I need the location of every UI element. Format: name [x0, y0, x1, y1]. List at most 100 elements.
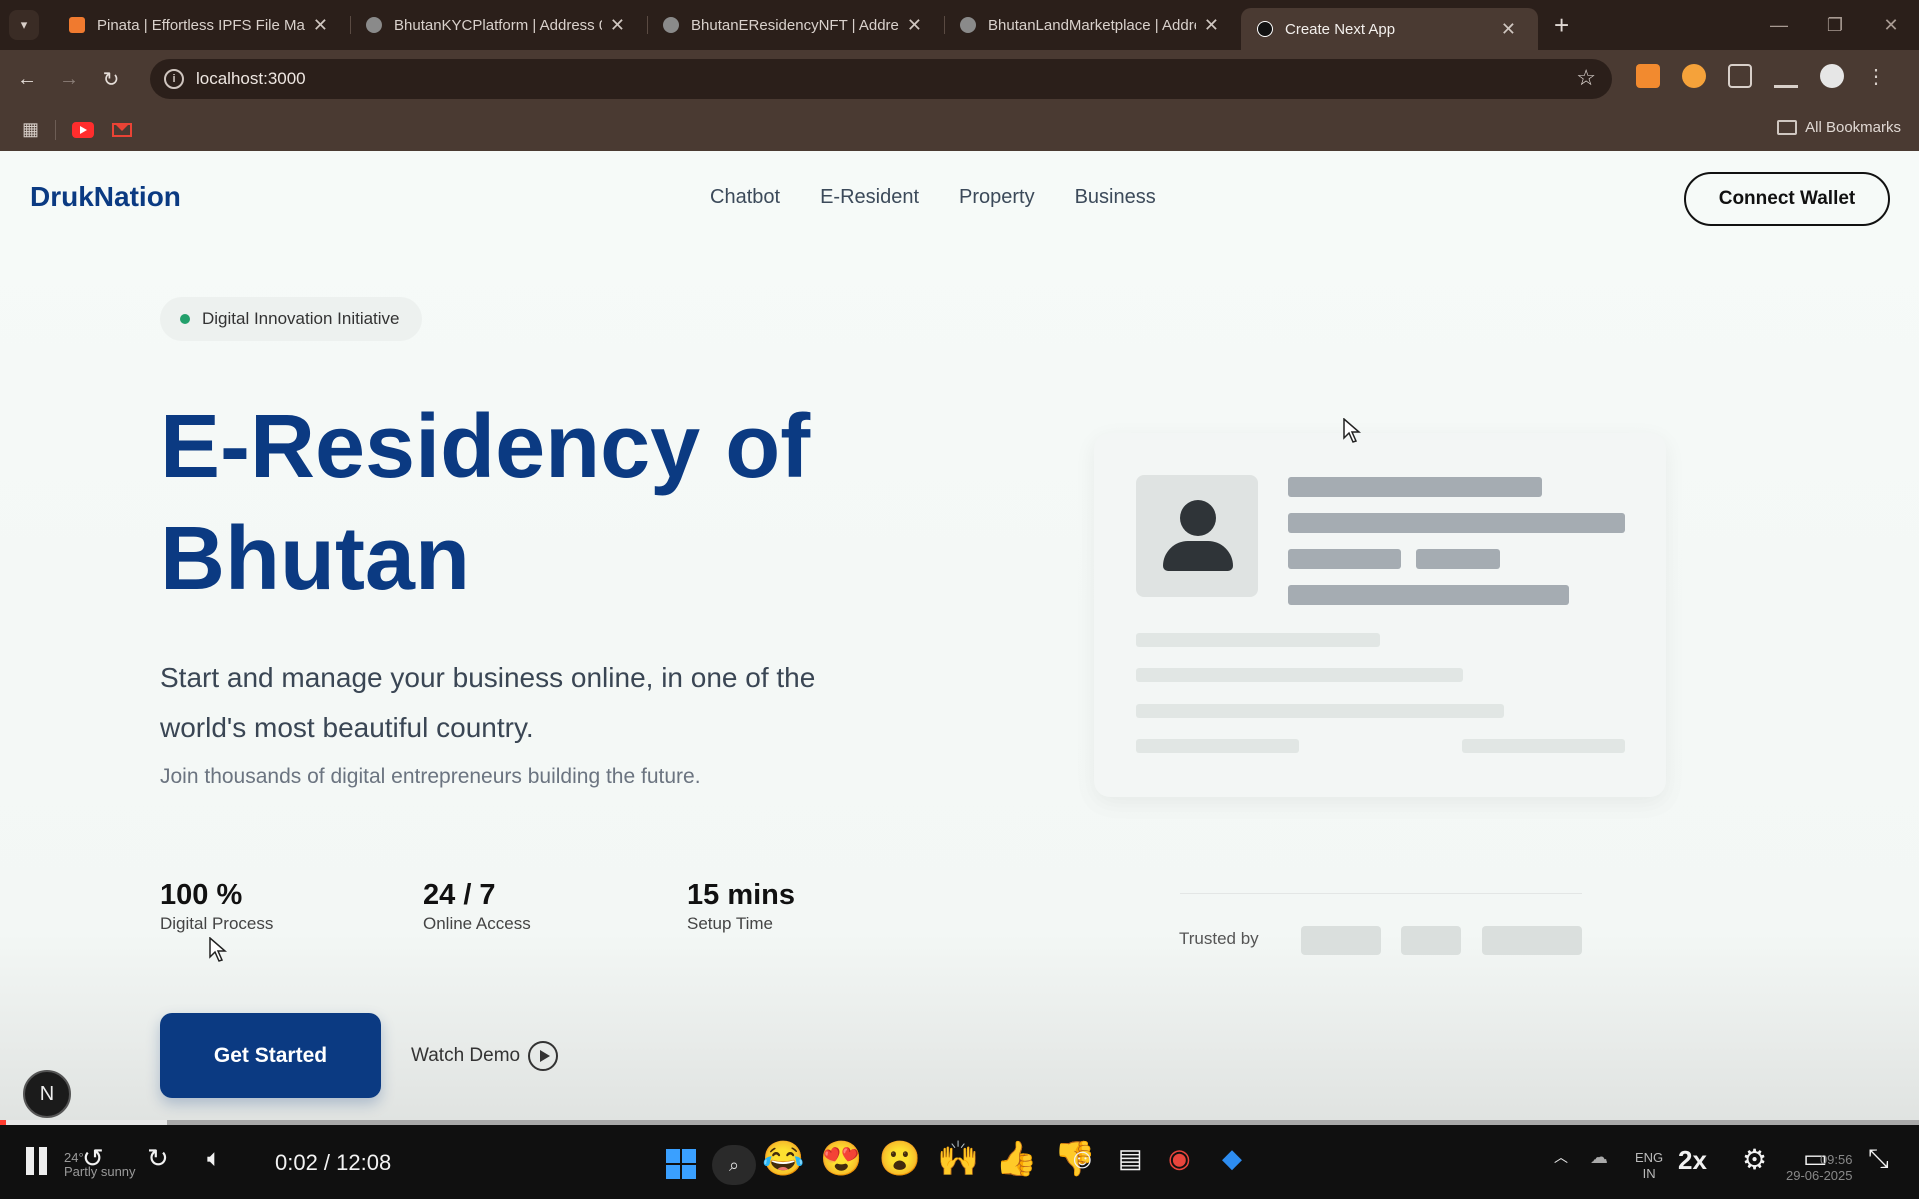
connect-wallet-button[interactable]: Connect Wallet	[1684, 172, 1890, 226]
site-info-icon[interactable]: i	[164, 69, 184, 89]
extension-orange-icon[interactable]	[1682, 64, 1706, 88]
puzzle-extensions-icon[interactable]	[1728, 64, 1752, 88]
vscode-icon[interactable]: ◆	[1222, 1143, 1242, 1174]
address-bar[interactable]: i localhost:3000 ☆	[150, 59, 1612, 99]
emoji-reaction[interactable]: 🙌	[937, 1139, 979, 1179]
stat-label: Setup Time	[687, 914, 773, 933]
skeleton-line	[1136, 739, 1299, 753]
emoji-reaction[interactable]: 😍	[820, 1139, 862, 1179]
video-time: 0:02 / 12:08	[275, 1150, 392, 1175]
gmail-icon[interactable]	[112, 122, 133, 137]
onedrive-cloud-icon[interactable]: ☁	[1590, 1147, 1608, 1168]
all-bookmarks-label: All Bookmarks	[1805, 119, 1901, 136]
etherscan-favicon-icon	[663, 17, 679, 33]
forward-5-icon[interactable]: ↻	[147, 1143, 169, 1174]
browser-tab[interactable]: Pinata | Effortless IPFS File Management…	[53, 0, 350, 50]
stat-value: 24 / 7	[423, 879, 496, 911]
nextjs-dev-indicator[interactable]: N	[23, 1070, 71, 1118]
stat-setup-time: 15 mins Setup Time	[687, 879, 795, 934]
nav-link-e-resident[interactable]: E-Resident	[820, 186, 919, 209]
etherscan-favicon-icon	[366, 17, 382, 33]
taskbar-clock[interactable]: 09:56 29-06-2025	[1786, 1152, 1853, 1184]
watch-demo-link[interactable]: Watch Demo	[411, 1041, 559, 1071]
bookmark-star-icon[interactable]: ☆	[1576, 65, 1596, 91]
settings-gear-icon[interactable]: ⚙	[1742, 1143, 1767, 1176]
youtube-icon[interactable]	[72, 121, 95, 138]
window-controls: — ❐ ✕	[1751, 0, 1919, 50]
metamask-fox-icon[interactable]	[1636, 64, 1660, 88]
profile-avatar-icon[interactable]	[1820, 64, 1844, 88]
weather-temp: 24°	[64, 1150, 84, 1165]
watch-demo-label: Watch Demo	[411, 1045, 521, 1066]
chrome-icon[interactable]: ◉	[1168, 1143, 1191, 1174]
emoji-reaction[interactable]: 😮	[879, 1139, 921, 1179]
close-tab-icon[interactable]: ✕	[1501, 19, 1516, 40]
reload-icon[interactable]: ↻	[96, 67, 126, 92]
tab-title: BhutanKYCPlatform | Address 0x	[394, 16, 602, 34]
volume-icon[interactable]: 🔈︎	[207, 1145, 221, 1173]
language-indicator[interactable]: ENG IN	[1635, 1150, 1663, 1182]
trusted-by-label: Trusted by	[1179, 929, 1259, 948]
address-url: localhost:3000	[196, 69, 306, 88]
stat-label: Online Access	[423, 914, 531, 933]
browser-tab[interactable]: BhutanLandMarketplace | Address 0x ✕	[944, 0, 1241, 50]
chat-icon[interactable]: ▤	[1118, 1143, 1143, 1174]
close-tab-icon[interactable]: ✕	[1204, 15, 1219, 36]
get-started-button[interactable]: Get Started	[160, 1013, 381, 1098]
folder-icon	[1777, 120, 1798, 135]
new-tab-plus-icon[interactable]: +	[1554, 10, 1569, 41]
more-menu-icon[interactable]: ⋮	[1866, 64, 1886, 88]
forward-arrow-icon[interactable]: →	[54, 68, 84, 91]
close-tab-icon[interactable]: ✕	[610, 15, 625, 36]
minimize-icon[interactable]: —	[1751, 15, 1807, 36]
close-window-icon[interactable]: ✕	[1863, 15, 1919, 36]
apps-grid-icon[interactable]: ▦	[22, 119, 39, 140]
tray-chevron-up-icon[interactable]: ︿	[1554, 1147, 1568, 1167]
rewind-5-icon[interactable]: ↺	[82, 1143, 104, 1174]
back-arrow-icon[interactable]: ←	[12, 68, 42, 91]
skeleton-line	[1136, 704, 1504, 718]
close-tab-icon[interactable]: ✕	[313, 15, 328, 36]
tab-search-button[interactable]: ▾	[9, 10, 39, 40]
skeleton-line	[1136, 633, 1380, 647]
browser-tab-active[interactable]: Create Next App ✕	[1241, 8, 1538, 50]
nav-link-business[interactable]: Business	[1075, 186, 1156, 209]
taskbar-search-icon[interactable]: ⌕	[712, 1145, 756, 1185]
all-bookmarks-button[interactable]: All Bookmarks	[1777, 119, 1901, 136]
pause-icon[interactable]	[25, 1147, 49, 1182]
browser-tab[interactable]: BhutanEResidencyNFT | Address 0x ✕	[647, 0, 944, 50]
add-reaction-icon[interactable]: ☺	[1068, 1143, 1097, 1175]
trusted-logo-placeholder	[1482, 926, 1582, 955]
exit-fullscreen-icon[interactable]: ⤡	[1868, 1143, 1889, 1175]
nav-link-property[interactable]: Property	[959, 186, 1035, 209]
close-tab-icon[interactable]: ✕	[907, 15, 922, 36]
language-bottom: IN	[1642, 1166, 1656, 1181]
browser-tab[interactable]: BhutanKYCPlatform | Address 0x ✕	[350, 0, 647, 50]
status-dot-icon	[180, 314, 190, 324]
download-icon[interactable]	[1774, 64, 1798, 88]
stat-digital-process: 100 % Digital Process	[160, 879, 273, 934]
etherscan-favicon-icon	[960, 17, 976, 33]
windows-start-icon[interactable]	[666, 1149, 696, 1179]
clock-date: 29-06-2025	[1786, 1168, 1853, 1183]
chevron-down-icon: ▾	[20, 17, 28, 32]
stat-online-access: 24 / 7 Online Access	[423, 879, 531, 934]
trusted-logo-placeholder	[1401, 926, 1461, 955]
hero-title: E-Residency of Bhutan	[160, 391, 880, 615]
video-player-controls: 24° Partly sunny ↺ ↻ 🔈︎ 0:02 / 12:08 ⌕ 😂…	[0, 1125, 1919, 1199]
nav-link-chatbot[interactable]: Chatbot	[710, 186, 780, 209]
initiative-badge: Digital Innovation Initiative	[160, 297, 422, 341]
site-logo[interactable]: DrukNation	[30, 181, 181, 213]
person-icon-head	[1180, 500, 1216, 536]
emoji-reaction[interactable]: 👍	[995, 1139, 1037, 1179]
person-icon-body	[1163, 541, 1233, 571]
initiative-badge-label: Digital Innovation Initiative	[202, 309, 400, 328]
tab-title: Create Next App	[1285, 20, 1396, 38]
web-page: DrukNation Chatbot E-Resident Property B…	[0, 151, 1919, 1130]
restore-icon[interactable]: ❐	[1807, 15, 1863, 36]
bookmarks-bar: ▦ All Bookmarks	[0, 108, 1919, 151]
bookmark-separator	[55, 119, 57, 140]
emoji-reaction[interactable]: 😂	[762, 1139, 804, 1179]
emoji-reactions: 😂 😍 😮 🙌 👍 👎	[762, 1139, 1096, 1179]
playback-speed[interactable]: 2x	[1678, 1145, 1707, 1176]
